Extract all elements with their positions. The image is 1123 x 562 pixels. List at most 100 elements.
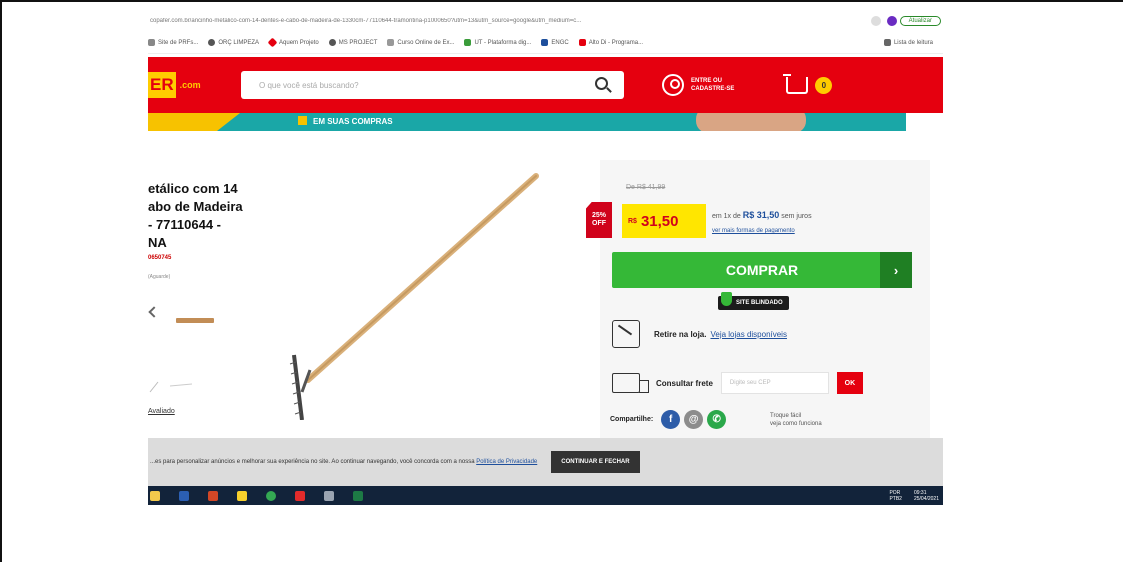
windows-taskbar: POR PTB2 09:31 25/04/2021	[148, 486, 943, 505]
bookmark-item[interactable]: Site de PRFs...	[148, 39, 198, 46]
account-link[interactable]: ENTRE OU CADASTRE-SE	[662, 74, 734, 96]
cep-ok-button[interactable]: OK	[836, 372, 863, 394]
stores-link[interactable]: Veja lojas disponíveis	[710, 330, 787, 339]
word-icon[interactable]	[179, 490, 189, 501]
cookie-accept-button[interactable]: CONTINUAR E FECHAR	[551, 451, 640, 473]
logo-suffix: .com	[179, 80, 201, 90]
buy-button[interactable]: COMPRAR ›	[612, 252, 912, 288]
cart-button[interactable]: 0	[783, 73, 833, 94]
bookmark-label: Curso Online de Ex...	[397, 39, 455, 46]
buy-button-label: COMPRAR	[725, 262, 799, 278]
excel-icon[interactable]	[353, 490, 363, 501]
email-icon[interactable]: @	[684, 410, 704, 429]
bookmark-item[interactable]: Alto Di - Programa...	[578, 39, 644, 46]
product-title: etálico com 14 abo de Madeira - 77110644…	[148, 180, 298, 252]
site-logo[interactable]: ER .com	[148, 65, 208, 105]
bookmarks-bar: Site de PRFs... ORÇ LIMPEZA Aquem Projet…	[148, 32, 943, 54]
chevron-left-icon[interactable]	[148, 306, 160, 318]
bookmark-item[interactable]: MS PROJECT	[328, 39, 377, 46]
bookmark-label: ENGC	[551, 39, 569, 46]
store-pickup: Retire na loja. Veja lojas disponíveis	[612, 320, 787, 348]
payment-options-link[interactable]: ver mais formas de pagamento	[712, 228, 795, 234]
shield-label: SITE BLINDADO	[736, 300, 783, 306]
browser-url-bar[interactable]: copafer.com.br/ancinho-metalico-com-14-d…	[148, 10, 943, 32]
bookmark-item[interactable]: ORÇ LIMPEZA	[208, 39, 259, 46]
account-line1: ENTRE OU	[691, 78, 723, 84]
cep-input[interactable]: Digite seu CEP	[720, 372, 829, 394]
discount-word: OFF	[592, 220, 606, 227]
installments-value: R$ 31,50	[742, 210, 780, 220]
store-icon	[612, 320, 640, 348]
chevron-right-icon: ›	[880, 252, 912, 288]
cart-count-badge: 0	[815, 76, 833, 94]
buy-panel: De R$ 41,99 25% OFF R$ 31,50 em 1x de R$…	[586, 160, 930, 450]
reading-list[interactable]: Lista de leitura	[883, 39, 933, 46]
product-title-line: - 77110644 -	[148, 217, 222, 232]
bookmark-label: Site de PRFs...	[158, 39, 199, 46]
update-button[interactable]: Atualizar	[899, 16, 941, 26]
search-placeholder: O que você está buscando?	[259, 80, 359, 90]
banner-yellow-shape	[148, 113, 240, 131]
account-line2: CADASTRE-SE	[691, 86, 735, 92]
facebook-icon[interactable]: f	[661, 410, 681, 429]
banner-text: EM SUAS COMPRAS	[298, 116, 393, 126]
site-header: ER .com O que você está buscando? ENTRE …	[148, 57, 943, 113]
shield-badge: SITE BLINDADO	[718, 292, 789, 310]
system-tray[interactable]: POR PTB2 09:31 25/04/2021	[877, 490, 943, 502]
globe-icon	[208, 39, 216, 46]
installments-text: em 1x de R$ 31,50 sem juros	[712, 210, 812, 220]
bookmark-item[interactable]: Curso Online de Ex...	[387, 39, 454, 46]
reading-list-label: Lista de leitura	[893, 39, 933, 46]
bookmark-item[interactable]: ENGC	[541, 39, 569, 46]
search-input[interactable]: O que você está buscando?	[241, 71, 624, 99]
product-code: 0650745	[148, 255, 172, 261]
whatsapp-icon[interactable]: ✆	[707, 410, 727, 429]
diamond-icon	[267, 37, 278, 48]
book-icon	[541, 39, 549, 46]
app-icon[interactable]	[324, 490, 334, 501]
privacy-policy-link[interactable]: Política de Privacidade	[476, 459, 537, 465]
sticky-notes-icon[interactable]	[237, 490, 247, 501]
product-title-line: abo de Madeira	[148, 199, 243, 214]
list-icon	[883, 39, 891, 46]
discount-badge: 25% OFF	[586, 202, 612, 238]
cookie-text: ...es para personalizar anúncios e melho…	[150, 459, 538, 465]
globe-icon	[328, 39, 336, 46]
cart-icon	[783, 73, 809, 94]
product-title-line: NA	[148, 235, 167, 250]
promo-banner[interactable]: EM SUAS COMPRAS	[148, 113, 906, 131]
banner-chip-icon	[298, 116, 307, 125]
share-row: Compartilhe: f @ ✆	[610, 410, 727, 429]
product-thumbnail[interactable]	[176, 318, 214, 323]
acrobat-icon[interactable]	[295, 490, 305, 501]
bookmark-label: Aquem Projeto	[279, 39, 319, 46]
related-link[interactable]: Avaliado	[148, 408, 175, 415]
chrome-icon[interactable]	[266, 490, 276, 501]
tray-clock: 09:31 25/04/2021	[913, 489, 939, 502]
powerpoint-icon[interactable]	[208, 490, 218, 501]
play-icon	[387, 39, 395, 46]
pickup-label: Retire na loja.	[654, 329, 707, 339]
explorer-icon[interactable]	[150, 490, 160, 501]
bookmark-item[interactable]: UT - Plataforma dig...	[464, 39, 531, 46]
easy-swap-note[interactable]: Troque fácil veja como funciona	[770, 412, 870, 428]
truck-icon	[612, 373, 649, 393]
url-text[interactable]: copafer.com.br/ancinho-metalico-com-14-d…	[148, 18, 868, 24]
profile-icon[interactable]	[886, 16, 897, 26]
screenshot-area: copafer.com.br/ancinho-metalico-com-14-d…	[148, 10, 943, 505]
share-label: Compartilhe:	[610, 416, 654, 423]
cookie-consent-bar: ...es para personalizar anúncios e melho…	[148, 438, 943, 486]
freight-calculator: Consultar frete Digite seu CEP OK	[612, 372, 863, 394]
old-price: De R$ 41,99	[626, 184, 666, 191]
product-thumbnail-rake[interactable]	[148, 378, 194, 396]
bookmark-label: UT - Plataforma dig...	[474, 39, 532, 46]
star-icon[interactable]	[870, 16, 881, 26]
search-icon[interactable]	[595, 77, 608, 90]
grid-icon	[464, 39, 472, 46]
bookmark-item[interactable]: Aquem Projeto	[267, 37, 319, 48]
user-icon	[662, 74, 684, 96]
price-currency: R$	[628, 217, 637, 225]
tray-language: POR PTB2	[889, 489, 902, 502]
bookmark-label: Alto Di - Programa...	[588, 39, 644, 46]
bookmark-icon	[148, 39, 155, 46]
